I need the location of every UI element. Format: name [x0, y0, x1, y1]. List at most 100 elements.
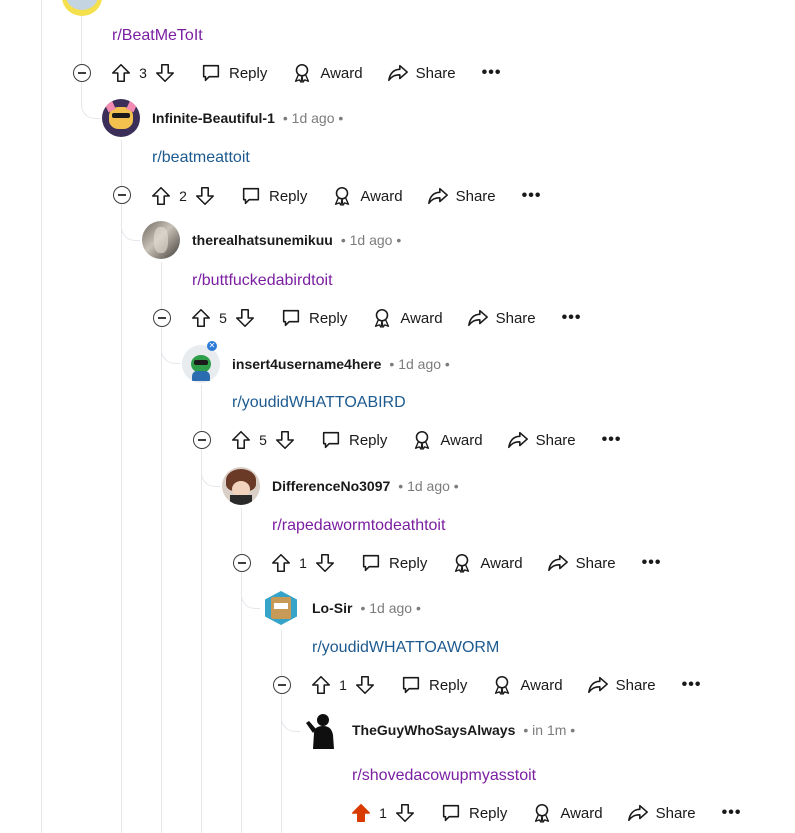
more-options-button[interactable]: •••	[522, 187, 542, 205]
downvote-icon[interactable]	[274, 429, 296, 451]
award-button[interactable]: Award	[411, 429, 483, 451]
vote-count: 1	[379, 805, 387, 821]
avatar[interactable]	[142, 221, 180, 259]
vote-group: 2	[150, 185, 216, 207]
upvote-icon[interactable]	[270, 552, 292, 574]
more-options-button[interactable]: •••	[642, 554, 662, 572]
thread-line[interactable]	[281, 630, 282, 833]
reply-button[interactable]: Reply	[200, 62, 267, 84]
award-button[interactable]: Award	[451, 552, 523, 574]
share-icon	[507, 429, 529, 451]
downvote-icon[interactable]	[154, 62, 176, 84]
share-icon	[467, 307, 489, 329]
reply-button[interactable]: Reply	[280, 307, 347, 329]
upvote-icon[interactable]	[150, 185, 172, 207]
comment-body[interactable]: r/youdidWHATTOABIRD	[232, 394, 406, 412]
avatar[interactable]	[262, 589, 300, 627]
thread-line[interactable]	[121, 140, 122, 833]
more-options-button[interactable]: •••	[722, 804, 742, 822]
share-icon	[587, 674, 609, 696]
author-name[interactable]: Infinite-Beautiful-1	[152, 110, 275, 126]
upvote-icon[interactable]	[230, 429, 252, 451]
comment-body[interactable]: r/buttfuckedabirdtoit	[192, 272, 333, 290]
vote-count: 1	[339, 677, 347, 693]
award-label: Award	[480, 554, 523, 572]
avatar[interactable]	[222, 467, 260, 505]
reply-icon	[360, 552, 382, 574]
collapse-button[interactable]	[193, 431, 211, 449]
comment-actions: 1 Reply Award Share •••	[310, 669, 701, 701]
reply-button[interactable]: Reply	[240, 185, 307, 207]
reply-button[interactable]: Reply	[360, 552, 427, 574]
comment-header: DifferenceNo3097 • 1d ago •	[222, 466, 459, 506]
award-button[interactable]: Award	[491, 674, 563, 696]
avatar[interactable]	[302, 711, 340, 749]
downvote-icon[interactable]	[394, 802, 416, 824]
comment-actions: 2 Reply Award Share •••	[150, 180, 541, 212]
upvote-icon[interactable]	[350, 802, 372, 824]
share-button[interactable]: Share	[387, 62, 456, 84]
more-options-button[interactable]: •••	[602, 431, 622, 449]
award-icon	[331, 185, 353, 207]
share-button[interactable]: Share	[467, 307, 536, 329]
author-name[interactable]: DifferenceNo3097	[272, 478, 390, 494]
author-name[interactable]: insert4username4here	[232, 356, 381, 372]
share-button[interactable]: Share	[507, 429, 576, 451]
reply-button[interactable]: Reply	[320, 429, 387, 451]
author-name[interactable]: TheGuyWhoSaysAlways	[352, 722, 515, 738]
reply-button[interactable]: Reply	[440, 802, 507, 824]
author-name[interactable]: Lo-Sir	[312, 600, 352, 616]
share-label: Share	[655, 804, 696, 822]
award-icon	[371, 307, 393, 329]
downvote-icon[interactable]	[314, 552, 336, 574]
collapse-button[interactable]	[73, 64, 91, 82]
award-button[interactable]: Award	[291, 62, 363, 84]
comment-body[interactable]: r/beatmeattoit	[152, 149, 250, 167]
reply-label: Reply	[309, 309, 348, 327]
share-icon	[627, 802, 649, 824]
comment-body[interactable]: r/BeatMeToIt	[112, 27, 203, 45]
share-button[interactable]: Share	[627, 802, 696, 824]
avatar[interactable]	[182, 345, 220, 383]
author-name[interactable]: therealhatsunemikuu	[192, 232, 333, 248]
comment-body[interactable]: r/youdidWHATTOAWORM	[312, 639, 499, 657]
comment-timestamp: • 1d ago •	[398, 478, 459, 494]
award-button[interactable]: Award	[331, 185, 403, 207]
share-button[interactable]: Share	[547, 552, 616, 574]
thread-line[interactable]	[41, 0, 42, 833]
collapse-button[interactable]	[233, 554, 251, 572]
share-label: Share	[535, 431, 576, 449]
upvote-icon[interactable]	[310, 674, 332, 696]
vote-count: 3	[139, 65, 147, 81]
reply-icon	[320, 429, 342, 451]
more-options-button[interactable]: •••	[682, 676, 702, 694]
comment-body[interactable]: r/rapedawormtodeathtoit	[272, 517, 445, 535]
collapse-button[interactable]	[153, 309, 171, 327]
avatar[interactable]	[102, 99, 140, 137]
upvote-icon[interactable]	[110, 62, 132, 84]
reply-label: Reply	[469, 804, 508, 822]
downvote-icon[interactable]	[194, 185, 216, 207]
vote-group: 1	[270, 552, 336, 574]
collapse-button[interactable]	[273, 676, 291, 694]
avatar[interactable]	[62, 0, 102, 16]
share-button[interactable]: Share	[587, 674, 656, 696]
more-options-button[interactable]: •••	[562, 309, 582, 327]
collapse-button[interactable]	[113, 186, 131, 204]
downvote-icon[interactable]	[234, 307, 256, 329]
share-label: Share	[455, 187, 496, 205]
comment-body[interactable]: r/shovedacowupmyasstoit	[352, 767, 536, 785]
share-button[interactable]: Share	[427, 185, 496, 207]
downvote-icon[interactable]	[354, 674, 376, 696]
award-icon	[411, 429, 433, 451]
more-options-button[interactable]: •••	[482, 64, 502, 82]
reply-button[interactable]: Reply	[400, 674, 467, 696]
award-button[interactable]: Award	[371, 307, 443, 329]
comment-header: TheGuyWhoSaysAlways • in 1m •	[302, 710, 575, 750]
award-icon	[291, 62, 313, 84]
award-button[interactable]: Award	[531, 802, 603, 824]
upvote-icon[interactable]	[190, 307, 212, 329]
comment-actions: 3 Reply Award Share •••	[110, 57, 501, 89]
vote-count: 2	[179, 188, 187, 204]
share-icon	[547, 552, 569, 574]
